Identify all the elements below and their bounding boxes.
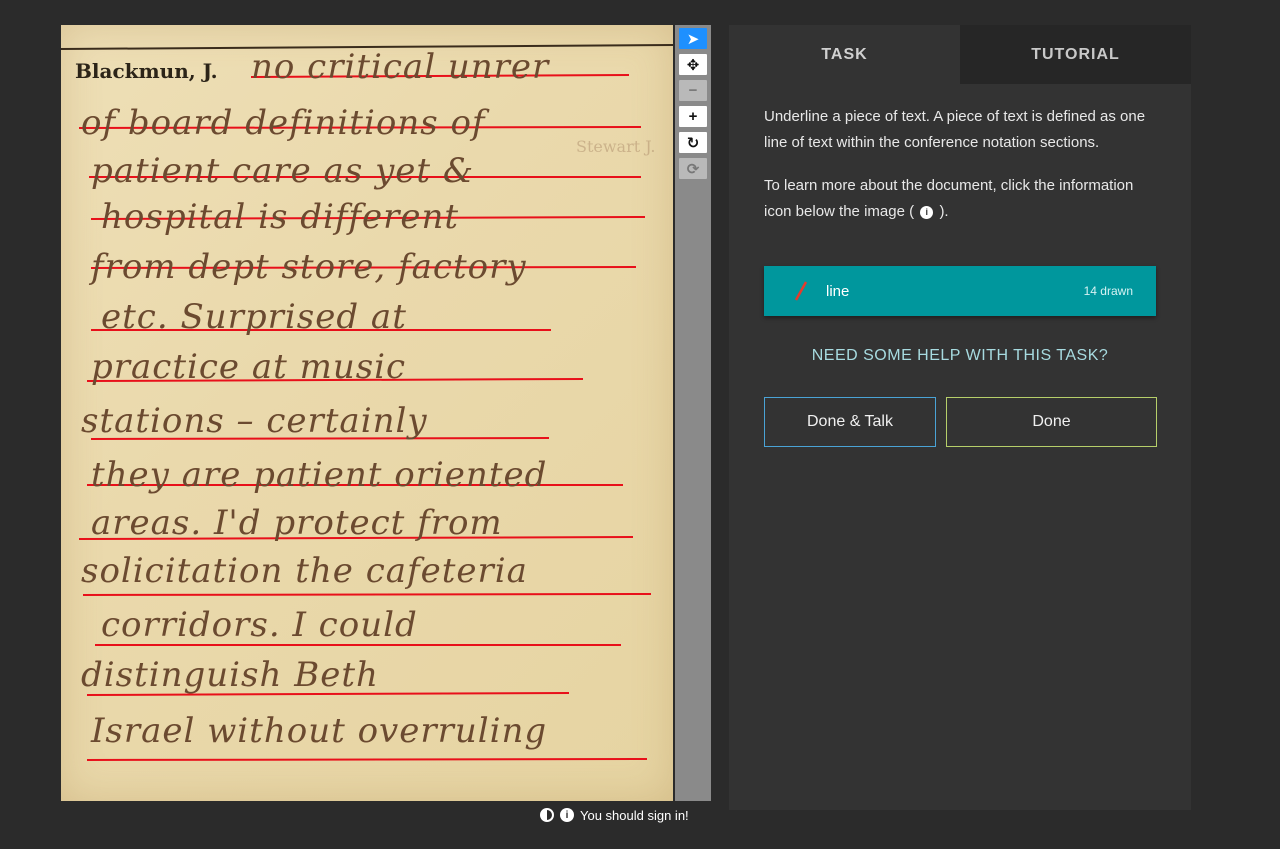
panel-tabs: TASK TUTORIAL: [729, 25, 1191, 84]
reset-icon[interactable]: ⟳: [679, 158, 707, 179]
info-icon[interactable]: i: [560, 808, 574, 822]
line-tool-icon: [788, 266, 818, 316]
handwritten-line: they are patient oriented: [91, 455, 548, 495]
sign-in-text[interactable]: You should sign in!: [580, 808, 689, 823]
instruction-text-2: To learn more about the document, click …: [764, 173, 1164, 225]
pointer-icon[interactable]: ➤: [679, 28, 707, 49]
handwritten-line: no critical unrer: [251, 47, 550, 87]
zoom-out-icon[interactable]: −: [679, 80, 707, 101]
task-panel: TASK TUTORIAL Underline a piece of text.…: [729, 25, 1191, 810]
tab-tutorial[interactable]: TUTORIAL: [960, 25, 1191, 84]
handwritten-line: practice at music: [91, 347, 407, 387]
handwritten-line: hospital is different: [101, 197, 460, 237]
instruction-text-2a: To learn more about the document, click …: [764, 177, 1134, 220]
handwritten-line: from dept store, factory: [91, 247, 527, 287]
handwritten-line: solicitation the cafeteria: [81, 551, 528, 591]
line-tool-option[interactable]: line 14 drawn: [764, 266, 1156, 316]
document-header-name: Blackmun, J.: [75, 59, 218, 83]
instruction-text-2b: ).: [939, 203, 949, 220]
done-and-talk-button[interactable]: Done & Talk: [764, 397, 936, 447]
image-footer: i You should sign in!: [540, 805, 689, 825]
tool-count: 14 drawn: [1083, 284, 1133, 298]
handwritten-line: Israel without overruling: [91, 711, 548, 751]
tool-label: line: [826, 282, 850, 300]
handwritten-line: corridors. I could: [101, 605, 418, 645]
handwritten-line: patient care as yet &: [91, 151, 475, 191]
underline-mark[interactable]: [82, 593, 652, 596]
stamp-mark: Stewart J.: [576, 137, 656, 156]
info-icon: i: [920, 205, 934, 219]
task-instructions: Underline a piece of text. A piece of te…: [764, 104, 1164, 242]
instruction-text-1: Underline a piece of text. A piece of te…: [764, 108, 1146, 151]
handwritten-line: of board definitions of: [81, 103, 486, 143]
move-icon[interactable]: ✥: [679, 54, 707, 75]
zoom-in-icon[interactable]: +: [679, 106, 707, 127]
handwritten-line: distinguish Beth: [81, 655, 379, 695]
contrast-icon[interactable]: [540, 808, 554, 822]
document-image[interactable]: Blackmun, J. Stewart J. no critical unre…: [61, 25, 673, 801]
underline-mark[interactable]: [86, 758, 648, 761]
tab-task[interactable]: TASK: [729, 25, 960, 84]
handwritten-line: areas. I'd protect from: [91, 503, 503, 543]
image-toolbar: ➤ ✥ − + ↻ ⟳: [675, 25, 711, 801]
done-button[interactable]: Done: [946, 397, 1157, 447]
help-link[interactable]: NEED SOME HELP WITH THIS TASK?: [764, 347, 1156, 365]
handwritten-line: etc. Surprised at: [101, 297, 407, 337]
handwritten-line: stations – certainly: [81, 401, 428, 441]
rotate-icon[interactable]: ↻: [679, 132, 707, 153]
